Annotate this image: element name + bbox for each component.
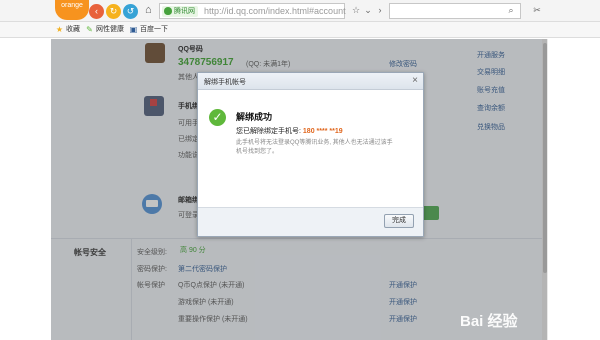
success-title: 解绑成功	[236, 112, 273, 122]
address-bar[interactable]: 腾讯网 http://id.qq.com/index.html#account	[159, 3, 346, 19]
scissors-icon[interactable]: ✂	[531, 4, 543, 17]
dialog-footer: 完成	[198, 207, 423, 236]
secure-badge: 腾讯网	[162, 6, 198, 17]
dialog-title: 解绑手机帐号	[204, 79, 246, 86]
back-icon[interactable]: ‹	[89, 4, 104, 19]
leaf-icon: ✎	[86, 25, 93, 34]
browser-toolbar: orange ‹ ↻ ↺ ⌂ 腾讯网 http://id.qq.com/inde…	[0, 0, 600, 22]
unbind-note: 此手机号将无法登录QQ等腾讯业务, 其他人也无法通过该手机号找到您了。	[236, 140, 393, 155]
bookmarks-bar: ★ 收藏 ✎ 网性健康 ▣ 百度一下	[0, 22, 600, 38]
bookmark-health[interactable]: ✎ 网性健康	[85, 24, 124, 36]
unbind-message: 您已解除绑定手机号: 180 **** **19	[236, 126, 343, 136]
done-button[interactable]: 完成	[384, 214, 414, 228]
baidu-icon: ▣	[129, 25, 138, 34]
close-icon[interactable]: ×	[412, 75, 418, 87]
masked-phone: 180 **** **19	[302, 128, 343, 135]
browser-logo[interactable]: orange	[55, 0, 89, 20]
unbind-message-text: 您已解除绑定手机号:	[236, 128, 301, 135]
star-icon: ★	[55, 25, 64, 34]
success-check-icon: ✓	[209, 109, 226, 126]
home-icon[interactable]: ⌂	[145, 4, 157, 16]
unbind-dialog: 解绑手机帐号 × ✓ 解绑成功 您已解除绑定手机号: 180 **** **19…	[197, 72, 424, 237]
dropdown-icon[interactable]: ⌄	[362, 4, 374, 17]
search-icon[interactable]: ⌕	[505, 4, 517, 17]
forward-icon[interactable]: ↺	[123, 4, 138, 19]
dialog-header: 解绑手机帐号 ×	[198, 73, 423, 90]
go-icon[interactable]: ›	[374, 4, 386, 17]
star-icon[interactable]: ☆	[350, 4, 362, 17]
search-input[interactable]	[389, 3, 521, 19]
baidu-watermark: Bai 经验	[460, 313, 518, 330]
address-url[interactable]: http://id.qq.com/index.html#account	[204, 4, 346, 18]
bookmark-baidu[interactable]: ▣ 百度一下	[129, 24, 168, 36]
bookmark-favorites[interactable]: ★ 收藏	[55, 24, 80, 36]
refresh-icon[interactable]: ↻	[106, 4, 121, 19]
